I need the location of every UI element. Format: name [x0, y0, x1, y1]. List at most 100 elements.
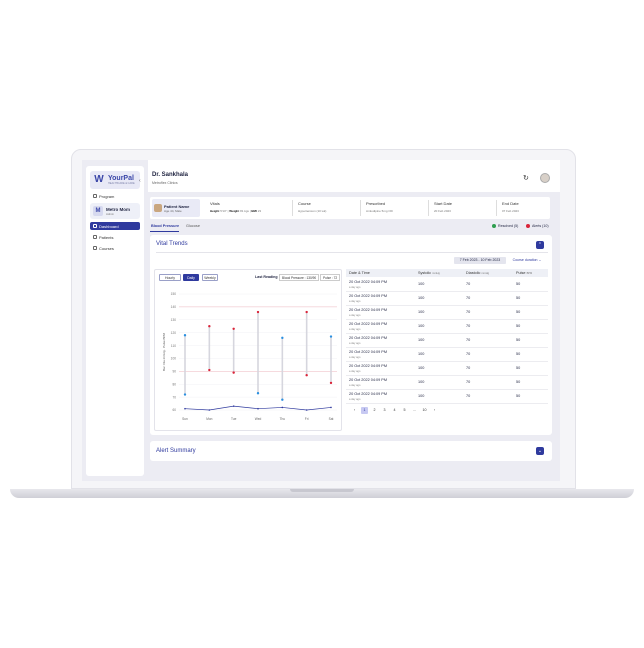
- program-icon: [93, 194, 97, 198]
- page-2[interactable]: 2: [371, 407, 378, 414]
- patients-icon: [93, 235, 97, 239]
- top-bar: Dr. Sankhala Metroflex Clinics ↻: [148, 160, 560, 192]
- bp-chart-panel: Hourly Daily Weekly Last Reading Blood P…: [154, 269, 342, 431]
- row-diastolic: 70: [466, 282, 471, 286]
- table-row[interactable]: 20 Oct 2022 04:09 PM a day ago 100 70 50: [346, 348, 548, 362]
- col-systolic: Systolic mmHg: [418, 271, 440, 275]
- logo-name: YourPal: [108, 175, 134, 182]
- row-diastolic: 70: [466, 366, 471, 370]
- vital-trends-title: Vital Trends: [156, 241, 188, 247]
- page-10[interactable]: 10: [421, 407, 428, 414]
- page-4[interactable]: 4: [391, 407, 398, 414]
- course-duration-label: Course duration: [512, 258, 538, 262]
- row-ago: a day ago: [349, 356, 361, 359]
- weight-value: 81 kgs: [240, 209, 249, 213]
- active-tab-indicator: [150, 231, 179, 232]
- readings-table: Date & Time Systolic mmHg Diastolic mmHg…: [346, 269, 548, 419]
- height-label: Height: [210, 209, 220, 213]
- legend-alerts: Alerts (10): [526, 224, 549, 228]
- row-pulse: 50: [516, 352, 521, 356]
- row-ago: a day ago: [349, 300, 361, 303]
- col-pulse-unit: BPM: [526, 272, 533, 275]
- table-row[interactable]: 20 Oct 2022 04:09 PM a day ago 100 70 50: [346, 376, 548, 390]
- alert-dot-icon: [526, 224, 530, 228]
- alert-summary-title: Alert Summary: [156, 448, 196, 454]
- col-date: Date & Time: [349, 271, 370, 275]
- row-diastolic: 70: [466, 352, 471, 356]
- row-pulse: 50: [516, 296, 521, 300]
- diastolic-point: [305, 374, 308, 377]
- diastolic-point: [329, 381, 333, 385]
- row-pulse: 50: [516, 366, 521, 370]
- tab-blood-pressure[interactable]: Blood Pressure: [151, 224, 179, 228]
- sidebar-item-label: Dashboard: [99, 223, 119, 229]
- page-3[interactable]: 3: [381, 407, 388, 414]
- end-label: End Date: [502, 201, 519, 206]
- date-range-picker[interactable]: 7 Feb 2023 - 10 Feb 2023: [454, 257, 506, 264]
- vital-tabs: Blood Pressure Glucose Resolved (5) Aler…: [150, 223, 550, 232]
- row-pulse: 50: [516, 394, 521, 398]
- start-label: Start Date: [434, 201, 453, 206]
- vital-trends-card: Vital Trends ⌃ 7 Feb 2023 - 10 Feb 2023 …: [150, 235, 552, 435]
- row-systolic: 100: [418, 324, 425, 328]
- pulse-point: [305, 409, 308, 411]
- table-row[interactable]: 20 Oct 2022 04:09 PM a day ago 100 70 50: [346, 278, 548, 292]
- table-row[interactable]: 20 Oct 2022 04:09 PM a day ago 100 70 50: [346, 292, 548, 306]
- table-header: Date & Time Systolic mmHg Diastolic mmHg…: [346, 269, 548, 277]
- row-diastolic: 70: [466, 296, 471, 300]
- table-row[interactable]: 20 Oct 2022 04:09 PM a day ago 100 70 50: [346, 334, 548, 348]
- sidebar-item-dashboard[interactable]: Dashboard: [90, 222, 140, 230]
- patient-summary: Patient Name Age 44, Male Vitals Height …: [150, 197, 550, 219]
- patient-card[interactable]: Patient Name Age 44, Male: [152, 199, 200, 217]
- row-pulse: 50: [516, 380, 521, 384]
- logo[interactable]: W YourPal HEALTHCARE & CARE: [90, 171, 140, 189]
- page-1[interactable]: 1: [361, 407, 368, 414]
- end-col: End Date 07 Feb 2023: [502, 201, 519, 213]
- patient-name: Patient Name: [164, 203, 190, 209]
- y-tick-label: 140: [171, 305, 177, 309]
- y-axis-label: Bar: Dia mmHg · Pulse BPM: [162, 332, 166, 371]
- col-diastolic-label: Diastolic: [466, 271, 481, 275]
- org-switcher[interactable]: M Metro Mom Admin: [90, 203, 140, 219]
- table-row[interactable]: 20 Oct 2022 04:09 PM a day ago 100 70 50: [346, 306, 548, 320]
- patient-age: Age 44, Male: [164, 208, 182, 213]
- prev-page-icon[interactable]: ‹: [351, 407, 358, 414]
- sidebar-item-patients[interactable]: Patients: [90, 233, 140, 241]
- org-role: Admin: [106, 211, 114, 216]
- row-pulse: 50: [516, 310, 521, 314]
- collapse-vitals-button[interactable]: ⌃: [536, 241, 544, 249]
- expand-alerts-button[interactable]: ⌄: [536, 447, 544, 455]
- pulse-point: [232, 405, 235, 407]
- table-row[interactable]: 20 Oct 2022 04:09 PM a day ago 100 70 50: [346, 320, 548, 334]
- next-page-icon[interactable]: ›: [431, 407, 438, 414]
- height-value: 5'10": [220, 209, 227, 213]
- laptop-notch: [290, 489, 354, 492]
- col-diastolic: Diastolic mmHg: [466, 271, 489, 275]
- systolic-point: [281, 336, 284, 340]
- doctor-org: Metroflex Clinics: [152, 181, 178, 185]
- sidebar-item-courses[interactable]: Courses: [90, 244, 140, 252]
- row-diastolic: 70: [466, 380, 471, 384]
- table-row[interactable]: 20 Oct 2022 04:09 PM a day ago 100 70 50: [346, 362, 548, 376]
- diastolic-point: [281, 398, 284, 401]
- diastolic-point: [232, 371, 235, 374]
- row-ago: a day ago: [349, 342, 361, 345]
- systolic-point: [232, 327, 235, 330]
- course-duration-dropdown[interactable]: Course duration ⌄: [508, 257, 546, 264]
- sidebar-item-program[interactable]: Program: [90, 192, 140, 200]
- y-tick-label: 80: [172, 382, 176, 386]
- refresh-icon[interactable]: ↻: [523, 174, 529, 182]
- pulse-point: [208, 409, 211, 411]
- row-diastolic: 70: [466, 310, 471, 314]
- collapse-sidebar-icon[interactable]: ‹: [139, 178, 141, 184]
- row-ago: a day ago: [349, 286, 361, 289]
- user-avatar[interactable]: [540, 173, 550, 183]
- page-5[interactable]: 5: [401, 407, 408, 414]
- row-systolic: 100: [418, 394, 425, 398]
- tab-glucose[interactable]: Glucose: [186, 224, 200, 228]
- x-tick-label: Mon: [206, 417, 212, 421]
- table-row[interactable]: 20 Oct 2022 04:09 PM a day ago 100 70 50: [346, 390, 548, 404]
- course-label: Course: [298, 201, 311, 206]
- row-systolic: 100: [418, 352, 425, 356]
- start-value: 20 Feb 2023: [434, 209, 451, 213]
